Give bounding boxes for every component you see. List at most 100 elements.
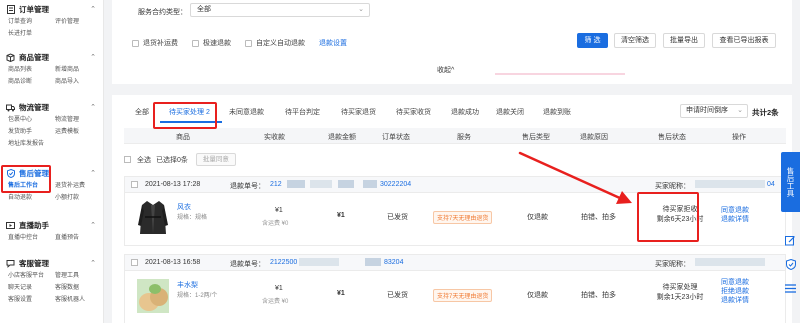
sidebar-group-title: 售后管理 (19, 168, 49, 178)
aftersale-type: 仅退款 (527, 214, 548, 221)
checkbox-label: 极速退款 (203, 40, 231, 47)
sidebar-group-products-header[interactable]: 商品管理 ⌃ (0, 50, 104, 64)
sidebar-item-mgmt-tools[interactable]: 管理工具 (55, 270, 102, 282)
sidebar-group-logistics-header[interactable]: 物流管理 ⌃ (0, 100, 104, 114)
sidebar-group-service-header[interactable]: 客服管理 ⌃ (0, 256, 104, 270)
column-header: 操作 (732, 134, 746, 141)
tab-buyer-receive[interactable]: 待买家收货 (396, 107, 431, 117)
clear-filter-button[interactable]: 清空筛选 (614, 33, 656, 48)
chevron-up-icon[interactable]: ⌃ (90, 259, 96, 267)
sidebar-item-print[interactable]: 长进打单 (8, 28, 55, 40)
filter-panel: 服务合约类型： 全部 ⌄ 退货补运费 极速退款 自定义自动退款 退款设置 筛 选… (112, 0, 792, 84)
checkbox-fast-refund[interactable]: 极速退款 (192, 38, 231, 48)
chevron-up-icon[interactable]: ⌃ (90, 169, 96, 177)
refund-detail-link[interactable]: 退款详情 (721, 215, 749, 224)
batch-export-button[interactable]: 批量导出 (663, 33, 705, 48)
sidebar-group-live-header[interactable]: 直播助手 ⌃ (0, 218, 104, 232)
agree-refund-link[interactable]: 同意退款 (721, 206, 749, 215)
sidebar-item-logistics-mgmt[interactable]: 物流管理 (55, 114, 102, 126)
batch-agree-button[interactable]: 批量同意 (195, 153, 236, 166)
chevron-up-icon[interactable]: ⌃ (90, 103, 96, 111)
reject-refund-link[interactable]: 拒绝退款 (721, 287, 749, 296)
sidebar-item-aftersales-workbench[interactable]: 售后工作台 (8, 180, 55, 192)
tab-pending-buyer[interactable]: 待买家处理 2 (169, 107, 210, 117)
sidebar-item-auto-refund[interactable]: 自动退款 (8, 192, 55, 204)
redacted-text (299, 258, 339, 266)
box-icon (6, 52, 15, 62)
redacted-text (310, 180, 332, 188)
select-all-checkbox[interactable] (124, 156, 131, 163)
sidebar-group-aftersales-header[interactable]: 售后管理 ⌃ (0, 166, 104, 180)
shield-check-icon[interactable] (783, 257, 798, 272)
refund-detail-link[interactable]: 退款详情 (721, 296, 749, 305)
sidebar-item-chat-records[interactable]: 聊天记录 (8, 282, 55, 294)
tab-platform-decision[interactable]: 待平台判定 (285, 107, 320, 117)
tab-refund-arrived[interactable]: 退款到账 (543, 107, 571, 117)
sidebar-item-ship-helper[interactable]: 发货助手 (8, 126, 55, 138)
sidebar-item-product-diagnose[interactable]: 商品诊断 (8, 76, 55, 88)
tab-refund-success[interactable]: 退款成功 (451, 107, 479, 117)
sidebar-item-freight-template[interactable]: 运费模板 (55, 126, 102, 138)
column-header: 服务 (457, 134, 471, 141)
live-icon (6, 221, 15, 230)
product-thumbnail-pear[interactable] (137, 275, 169, 315)
sidebar-group-title: 订单管理 (19, 4, 49, 14)
menu-icon[interactable] (783, 281, 798, 296)
refund-settings-link[interactable]: 退款设置 (319, 38, 347, 48)
column-header: 退款金额 (328, 134, 356, 141)
redacted-text (363, 180, 377, 188)
chevron-up-icon[interactable]: ⌃ (90, 221, 96, 229)
sidebar-group-orders: 订单管理 ⌃ 订单查询 评价管理 长进打单 (0, 2, 104, 40)
sidebar-item-service-settings[interactable]: 客服设置 (8, 294, 55, 306)
sidebar-item-live-preview[interactable]: 直播预告 (55, 232, 102, 244)
sort-select[interactable]: 申请时间倒序 ⌄ (680, 104, 748, 118)
product-name[interactable]: 丰水梨 (177, 280, 198, 290)
sidebar-item-address-report[interactable]: 地址库发报告 (8, 138, 55, 150)
tab-refund-closed[interactable]: 退款关闭 (496, 107, 524, 117)
redacted-text (287, 180, 305, 188)
filter-button[interactable]: 筛 选 (577, 33, 608, 48)
view-exports-button[interactable]: 查看已导出报表 (712, 33, 776, 48)
sidebar-group-orders-header[interactable]: 订单管理 ⌃ (0, 2, 104, 16)
checkbox-custom-auto-refund[interactable]: 自定义自动退款 (245, 38, 305, 48)
agree-refund-link[interactable]: 同意退款 (721, 278, 749, 287)
order-checkbox[interactable] (131, 259, 138, 266)
refund-no-prefix[interactable]: 2122500 (270, 259, 297, 266)
sidebar-item-small-payment[interactable]: 小额打款 (55, 192, 102, 204)
sidebar-item-service-bot[interactable]: 客服机器人 (55, 294, 102, 306)
aftersales-tools-button[interactable]: 售后工具 (781, 152, 800, 212)
sidebar-item-product-list[interactable]: 商品列表 (8, 64, 55, 76)
checkbox-label: 自定义自动退款 (256, 40, 305, 47)
refund-no-suffix[interactable]: 83204 (384, 259, 403, 266)
sidebar-item-return-freight[interactable]: 退货补运费 (55, 180, 102, 192)
collapse-toggle[interactable]: 收起^ (437, 65, 454, 75)
sidebar-item-live-console[interactable]: 直播中控台 (8, 232, 55, 244)
contract-type-select[interactable]: 全部 ⌄ (190, 3, 370, 17)
sidebar-group-aftersales: 售后管理 ⌃ 售后工作台 退货补运费 自动退款 小额打款 (0, 166, 104, 204)
order-checkbox[interactable] (131, 181, 138, 188)
refund-reason: 拍错、拍多 (581, 292, 616, 299)
refund-no-prefix[interactable]: 212 (270, 181, 282, 188)
sidebar-item-new-product[interactable]: 新增商品 (55, 64, 102, 76)
tab-buyer-return[interactable]: 待买家退货 (341, 107, 376, 117)
product-thumbnail-coat[interactable] (137, 197, 169, 237)
edit-icon[interactable] (783, 233, 798, 248)
sidebar-item-service-platform[interactable]: 小店客服平台 (8, 270, 55, 282)
paid-freight: 含运费 ¥0 (262, 299, 289, 305)
sidebar-item-reviews[interactable]: 评价管理 (55, 16, 102, 28)
checkbox-return-freight[interactable]: 退货补运费 (132, 38, 178, 48)
tab-all[interactable]: 全部 (135, 107, 149, 117)
refund-no-suffix[interactable]: 30222204 (380, 181, 411, 188)
document-icon (6, 4, 15, 14)
sidebar-item-product-import[interactable]: 商品导入 (55, 76, 102, 88)
tab-not-agreed[interactable]: 未同意退款 (229, 107, 264, 117)
sidebar-item-package-center[interactable]: 包裹中心 (8, 114, 55, 126)
chevron-up-icon[interactable]: ⌃ (90, 5, 96, 13)
product-spec: 规格：1-2两/个 (177, 293, 218, 299)
checkbox-label: 退货补运费 (143, 40, 178, 47)
sidebar-item-order-query[interactable]: 订单查询 (8, 16, 55, 28)
chevron-up-icon[interactable]: ⌃ (90, 53, 96, 61)
sidebar-item-service-data[interactable]: 客服数据 (55, 282, 102, 294)
product-name[interactable]: 风衣 (177, 202, 191, 212)
service-tag: 支持7天无理由退货 (433, 289, 493, 302)
